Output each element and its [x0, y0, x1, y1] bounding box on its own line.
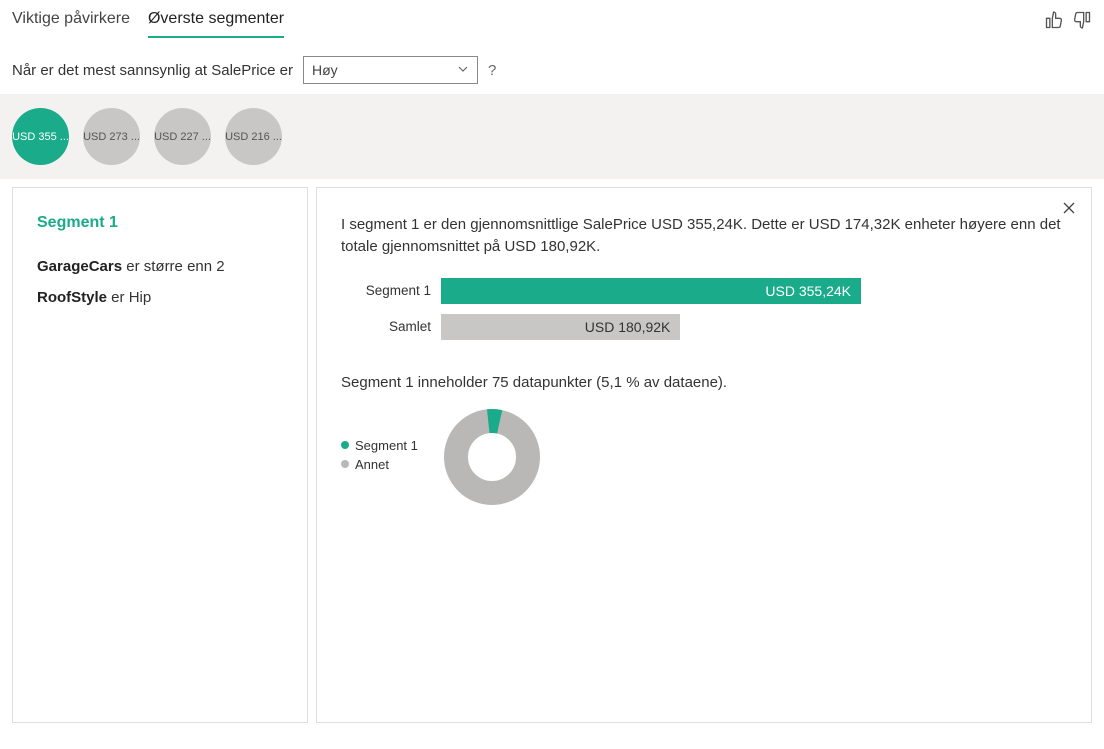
segment-summary-text: I segment 1 er den gjennomsnittlige Sale… — [341, 214, 1061, 258]
condition-rest: er Hip — [107, 289, 151, 306]
donut-legend: Segment 1 Annet — [341, 438, 418, 476]
bar-segment: USD 355,24K — [441, 278, 861, 304]
legend-label-other: Annet — [355, 457, 389, 472]
bar-value-segment: USD 355,24K — [765, 283, 851, 299]
segment-bubble-2[interactable]: USD 273 ... — [83, 108, 140, 165]
bar-overall: USD 180,92K — [441, 314, 680, 340]
tab-top-segments[interactable]: Øverste segmenter — [148, 4, 284, 38]
dropdown-selected: Høy — [312, 62, 338, 78]
bar-label-segment: Segment 1 — [341, 283, 441, 298]
bar-value-overall: USD 180,92K — [585, 319, 671, 335]
segment-bubble-4[interactable]: USD 216 ... — [225, 108, 282, 165]
condition-rest: er større enn 2 — [122, 258, 225, 275]
tab-strip: Viktige påvirkere Øverste segmenter — [12, 4, 284, 38]
donut-chart — [442, 407, 542, 507]
segment-title: Segment 1 — [37, 214, 283, 232]
condition-row: GarageCars er større enn 2 — [37, 258, 283, 275]
help-icon[interactable]: ? — [488, 62, 496, 79]
segment-bubble-3[interactable]: USD 227 ... — [154, 108, 211, 165]
donut-intro-text: Segment 1 inneholder 75 datapunkter (5,1… — [341, 374, 1067, 391]
segment-bubble-1[interactable]: USD 355 ... — [12, 108, 69, 165]
chevron-down-icon — [457, 62, 469, 78]
filter-dropdown[interactable]: Høy — [303, 56, 478, 84]
condition-field: GarageCars — [37, 258, 122, 275]
legend-label-segment: Segment 1 — [355, 438, 418, 453]
thumbs-down-icon[interactable] — [1072, 10, 1092, 33]
condition-field: RoofStyle — [37, 289, 107, 306]
tab-key-influencers[interactable]: Viktige påvirkere — [12, 4, 130, 38]
legend-row-segment: Segment 1 — [341, 438, 418, 453]
segment-conditions-panel: Segment 1 GarageCars er større enn 2 Roo… — [12, 187, 308, 723]
segment-bubble-strip: USD 355 ... USD 273 ... USD 227 ... USD … — [0, 94, 1104, 179]
legend-dot-segment — [341, 441, 349, 449]
comparison-bar-chart: Segment 1 USD 355,24K Samlet USD 180,92K — [341, 278, 1067, 340]
condition-row: RoofStyle er Hip — [37, 289, 283, 306]
bar-label-overall: Samlet — [341, 319, 441, 334]
legend-dot-other — [341, 460, 349, 468]
legend-row-other: Annet — [341, 457, 418, 472]
segment-detail-panel: I segment 1 er den gjennomsnittlige Sale… — [316, 187, 1092, 723]
close-icon[interactable] — [1061, 200, 1077, 219]
thumbs-up-icon[interactable] — [1044, 10, 1064, 33]
filter-prefix: Når er det mest sannsynlig at SalePrice … — [12, 62, 293, 79]
filter-row: Når er det mest sannsynlig at SalePrice … — [0, 38, 1104, 94]
